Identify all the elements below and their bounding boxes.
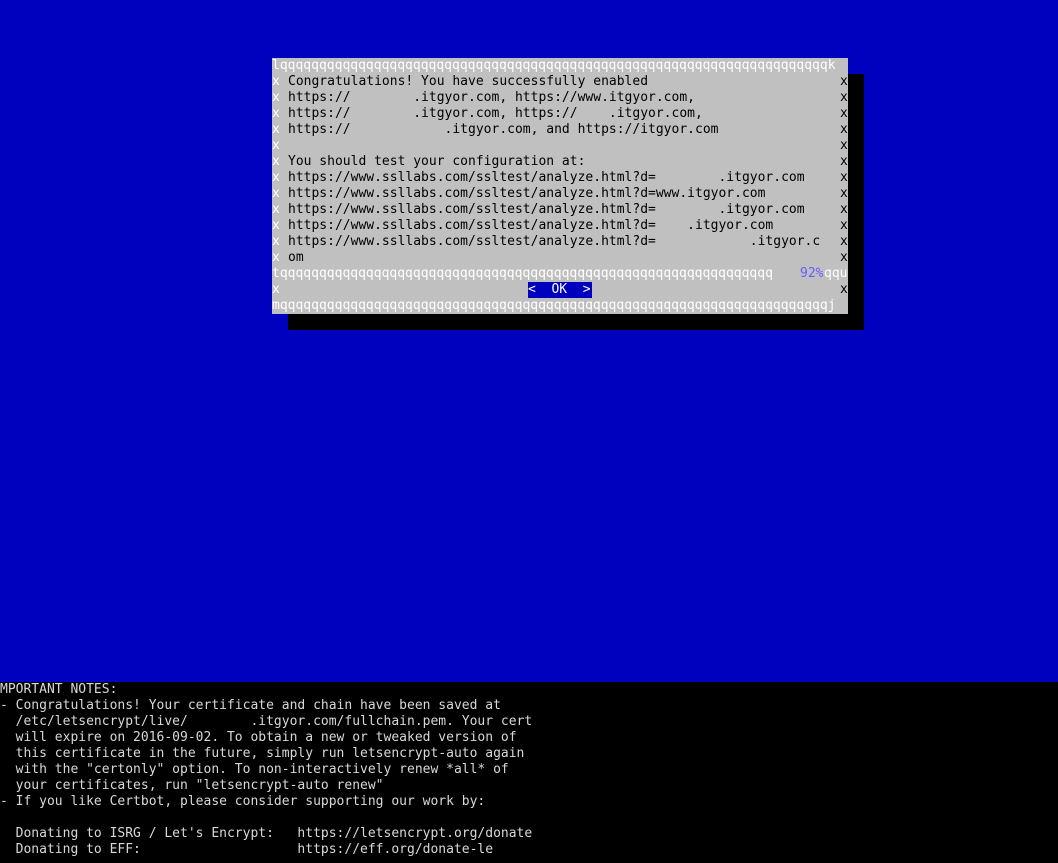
dialog-separator: tqqqqqqqqqqqqqqqqqqqqqqqqqqqqqqqqqqqqqqq… [272, 266, 773, 281]
terminal-line: will expire on 2016-09-02. To obtain a n… [0, 730, 517, 745]
dialog-line: x https:// .itgyor.com, https://www.itgy… [272, 90, 848, 106]
dialog-text: Congratulations! You have successfully e… [288, 74, 649, 89]
dialog-bottom-border: mqqqqqqqqqqqqqqqqqqqqqqqqqqqqqqqqqqqqqqq… [272, 298, 836, 313]
left-border-char: x [272, 170, 280, 185]
dialog-top-border: lqqqqqqqqqqqqqqqqqqqqqqqqqqqqqqqqqqqqqqq… [272, 58, 836, 73]
separator-tail: qqu [824, 266, 848, 281]
left-border-char: x [272, 250, 280, 265]
terminal-line: - If you like Certbot, please consider s… [0, 794, 486, 809]
left-border-char: x [272, 154, 280, 169]
dialog-text: https://www.ssllabs.com/ssltest/analyze.… [288, 234, 821, 249]
right-border-char: x [840, 106, 848, 121]
dialog-text: https:// .itgyor.com, and https://itgyor… [288, 122, 719, 137]
terminal-line: with the "certonly" option. To non-inter… [0, 762, 509, 777]
terminal-line: /etc/letsencrypt/live/ .itgyor.com/fullc… [0, 714, 533, 729]
dialog-line: x Congratulations! You have successfully… [272, 74, 848, 90]
right-border-char: x [840, 250, 848, 265]
right-border-char: x [840, 186, 848, 201]
dialog-line: x You should test your configuration at:… [272, 154, 848, 170]
dialog-line: x https://www.ssllabs.com/ssltest/analyz… [272, 234, 848, 250]
right-border-char: x [840, 122, 848, 137]
terminal-line: MPORTANT NOTES: [0, 682, 118, 697]
dialog-line: x https:// .itgyor.com, and https://itgy… [272, 122, 848, 138]
ok-button[interactable]: < OK > [528, 282, 592, 298]
dialog-text: https://www.ssllabs.com/ssltest/analyze.… [288, 186, 766, 201]
dialog-line: x x [272, 138, 848, 154]
right-border-char: x [840, 202, 848, 217]
dialog-text: https:// .itgyor.com, https:// .itgyor.c… [288, 106, 703, 121]
right-border-char: x [840, 154, 848, 169]
left-border-char: x [272, 282, 280, 297]
dialog-text: You should test your configuration at: [288, 154, 586, 169]
terminal-line: Donating to EFF: https://eff.org/donate-… [0, 842, 494, 857]
certbot-dialog: lqqqqqqqqqqqqqqqqqqqqqqqqqqqqqqqqqqqqqqq… [272, 58, 848, 314]
right-border-char: x [840, 282, 848, 297]
left-border-char: x [272, 138, 280, 153]
right-border-char: x [840, 90, 848, 105]
left-border-char: x [272, 234, 280, 249]
left-border-char: x [272, 74, 280, 89]
right-border-char: x [840, 138, 848, 153]
right-border-char: x [840, 170, 848, 185]
dialog-text: om [288, 250, 304, 265]
dialog-text: https://www.ssllabs.com/ssltest/analyze.… [288, 202, 805, 217]
left-border-char: x [272, 186, 280, 201]
left-border-char: x [272, 122, 280, 137]
left-border-char: x [272, 202, 280, 217]
right-border-char: x [840, 218, 848, 233]
dialog-line: x https://www.ssllabs.com/ssltest/analyz… [272, 202, 848, 218]
dialog-line: x https:// .itgyor.com, https:// .itgyor… [272, 106, 848, 122]
terminal-line: your certificates, run "letsencrypt-auto… [0, 778, 384, 793]
right-border-char: x [840, 234, 848, 249]
terminal-output: MPORTANT NOTES: - Congratulations! Your … [0, 682, 1058, 863]
dialog-line: x https://www.ssllabs.com/ssltest/analyz… [272, 186, 848, 202]
dialog-line: x https://www.ssllabs.com/ssltest/analyz… [272, 218, 848, 234]
scroll-percent: 92% [800, 266, 824, 281]
dialog-line: x om x [272, 250, 848, 266]
dialog-text: https://www.ssllabs.com/ssltest/analyze.… [288, 218, 774, 233]
dialog-text: https:// .itgyor.com, https://www.itgyor… [288, 90, 695, 105]
dialog-line: x https://www.ssllabs.com/ssltest/analyz… [272, 170, 848, 186]
terminal-line: this certificate in the future, simply r… [0, 746, 525, 761]
dialog-text: https://www.ssllabs.com/ssltest/analyze.… [288, 170, 805, 185]
terminal-line: Donating to ISRG / Let's Encrypt: https:… [0, 826, 533, 841]
right-border-char: x [840, 74, 848, 89]
left-border-char: x [272, 106, 280, 121]
terminal-line: - Congratulations! Your certificate and … [0, 698, 501, 713]
left-border-char: x [272, 218, 280, 233]
left-border-char: x [272, 90, 280, 105]
